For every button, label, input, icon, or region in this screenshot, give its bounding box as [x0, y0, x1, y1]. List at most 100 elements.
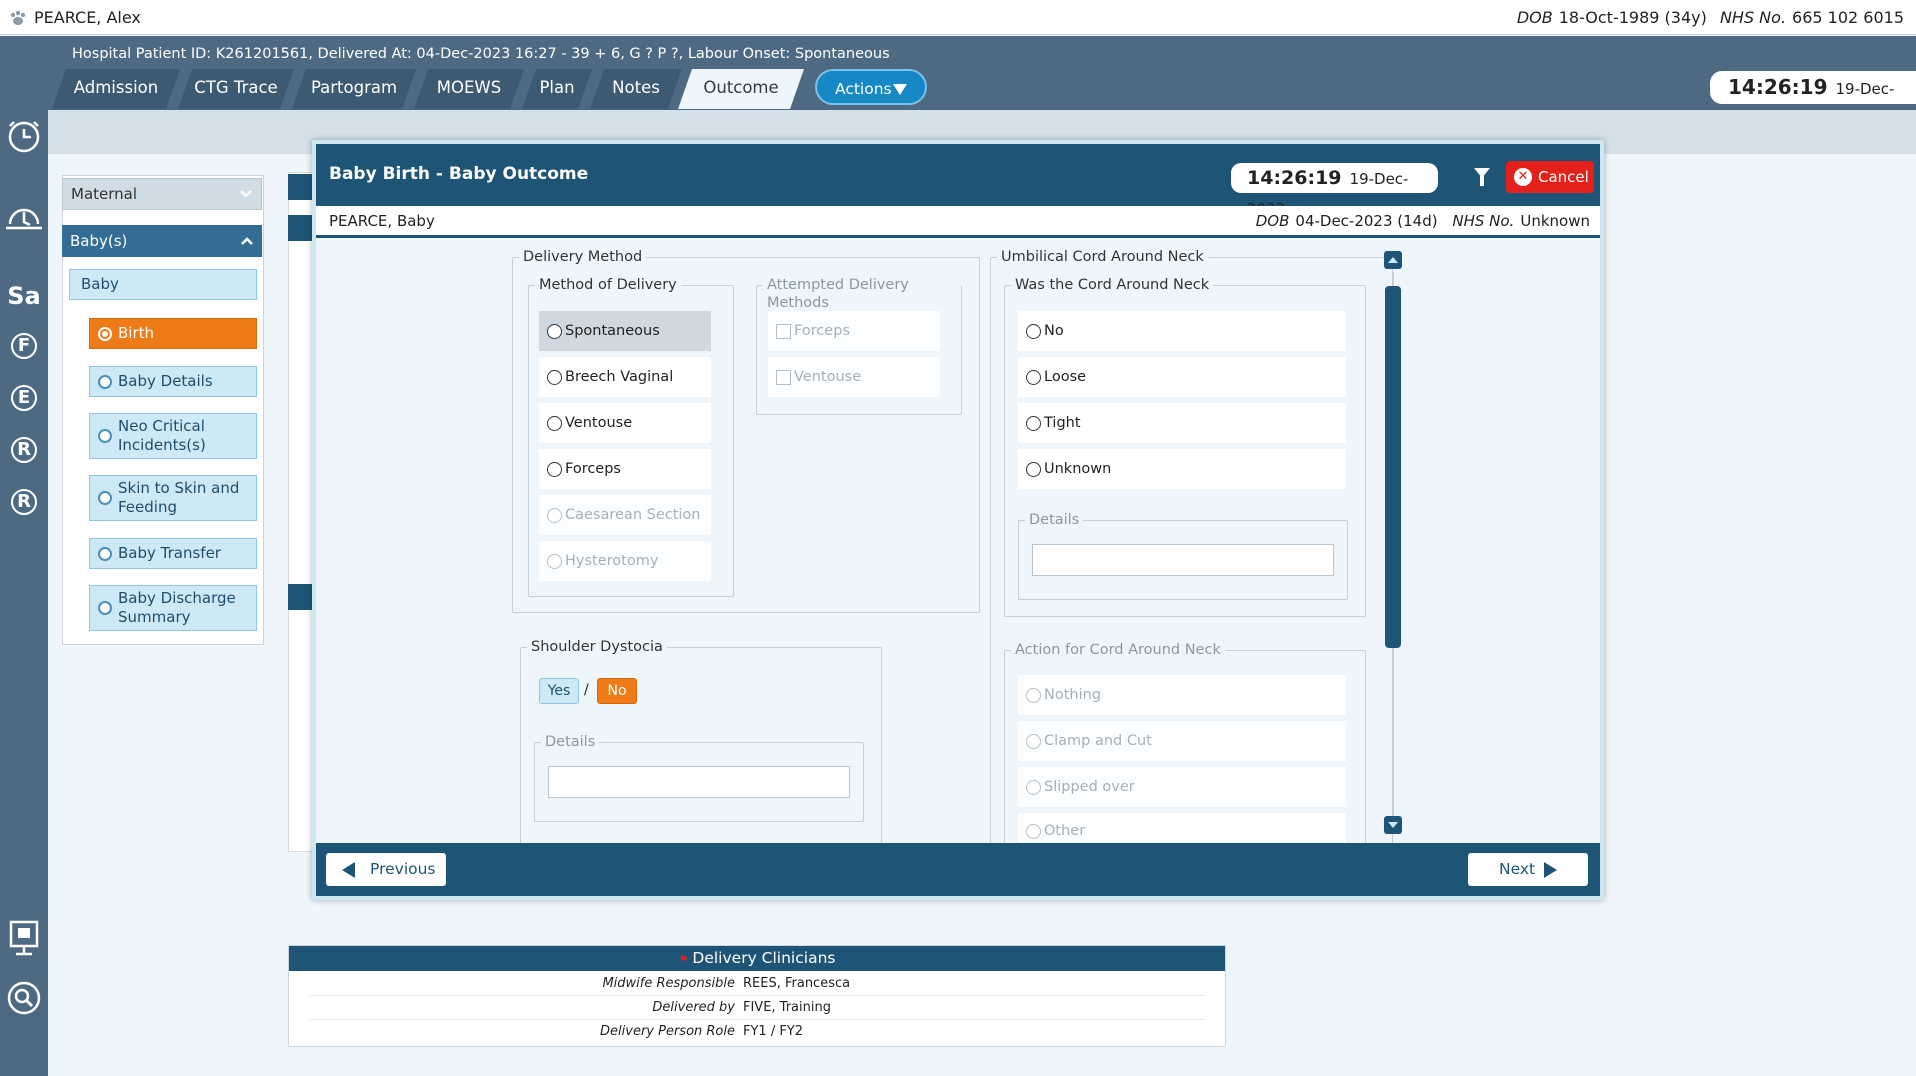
background-panel-bar — [288, 174, 314, 200]
method-breech-vaginal[interactable]: Breech Vaginal — [539, 357, 711, 397]
patient-name: PEARCE, Alex — [34, 8, 141, 27]
method-hysterotomy[interactable]: Hysterotomy — [539, 541, 711, 581]
option-label: Slipped over — [1044, 779, 1135, 795]
rail-letter-f[interactable]: F — [11, 333, 37, 359]
actions-button[interactable]: Actions — [815, 69, 927, 105]
radio-icon — [98, 429, 112, 443]
baby-nhs-label: NHS No. — [1452, 212, 1515, 230]
left-rail: Sa F E R R — [0, 110, 48, 1076]
radio-selected-icon — [98, 326, 112, 341]
nhs-value: 665 102 6015 — [1792, 8, 1904, 27]
previous-button[interactable]: Previous — [326, 853, 446, 886]
option-label: Breech Vaginal — [565, 369, 674, 385]
rail-letter-r2[interactable]: R — [11, 489, 37, 515]
scrollbar-thumb[interactable] — [1385, 286, 1401, 648]
clock-time: 14:26:19 — [1728, 75, 1828, 99]
modal-header: Baby Birth - Baby Outcome 14:26:19 19-Dec… — [316, 144, 1600, 218]
radio-icon — [547, 508, 562, 523]
nav-item-neo-critical[interactable]: Neo Critical Incidents(s) — [89, 413, 257, 459]
radio-icon — [1026, 734, 1041, 749]
radio-icon — [98, 546, 112, 561]
cord-action-clamp-cut[interactable]: Clamp and Cut — [1018, 721, 1346, 761]
radio-icon — [547, 462, 562, 477]
shoulder-details-input[interactable] — [548, 766, 850, 798]
chevron-up-icon — [241, 237, 253, 245]
nav-item-birth[interactable]: Birth — [89, 318, 257, 349]
option-label: Ventouse — [794, 369, 862, 385]
cord-details-legend: Details — [1025, 511, 1084, 529]
history-icon[interactable] — [0, 200, 48, 236]
maternal-section[interactable]: Maternal — [62, 178, 262, 210]
cord-action-nothing[interactable]: Nothing — [1018, 675, 1346, 715]
nav-item-label: Baby Details — [118, 372, 213, 390]
shoulder-yes-button[interactable]: Yes — [539, 678, 579, 704]
clinician-label: Midwife Responsible — [602, 976, 735, 991]
previous-label: Previous — [370, 860, 436, 878]
tab-ctg-trace[interactable]: CTG Trace — [178, 69, 294, 109]
attempted-methods-legend: Attempted Delivery Methods — [763, 276, 961, 312]
cancel-label: Cancel — [1538, 168, 1589, 186]
yes-no-separator: / — [584, 682, 589, 698]
next-button[interactable]: Next — [1468, 853, 1588, 886]
scroll-down-button[interactable] — [1384, 816, 1402, 834]
method-spontaneous-vaginal[interactable]: Spontaneous Vaginal — [539, 311, 711, 379]
cord-action-slipped-over[interactable]: Slipped over — [1018, 767, 1346, 807]
checkbox-icon — [776, 370, 791, 385]
background-panel-bar — [288, 215, 314, 241]
nav-item-skin-to-skin[interactable]: Skin to Skin and Feeding — [89, 475, 257, 521]
rail-letter-r1[interactable]: R — [11, 437, 37, 463]
cord-option-unknown[interactable]: Unknown — [1018, 449, 1346, 489]
nav-item-baby-discharge[interactable]: Baby Discharge Summary — [89, 585, 257, 631]
radio-icon — [98, 374, 112, 389]
clinician-value: REES, Francesca — [743, 976, 851, 991]
scroll-up-button[interactable] — [1384, 251, 1402, 269]
radio-icon — [1026, 462, 1041, 477]
option-label: Caesarean Section — [565, 507, 701, 523]
option-label: Ventouse — [565, 415, 633, 431]
filter-icon[interactable] — [1474, 168, 1490, 186]
close-icon: ✕ — [1514, 168, 1532, 186]
nav-item-baby-transfer[interactable]: Baby Transfer — [89, 538, 257, 569]
shoulder-no-button[interactable]: No — [597, 678, 637, 704]
tab-outcome[interactable]: Outcome — [678, 69, 804, 109]
cord-option-loose[interactable]: Loose — [1018, 357, 1346, 397]
nav-item-label: Baby Transfer — [118, 544, 221, 562]
cancel-button[interactable]: ✕ Cancel — [1506, 161, 1594, 193]
babys-section[interactable]: Baby(s) — [62, 225, 262, 257]
attempted-ventouse-checkbox[interactable]: Ventouse — [768, 357, 940, 397]
clinician-label: Delivered by — [652, 1000, 735, 1015]
radio-icon — [547, 554, 562, 569]
method-ventouse[interactable]: Ventouse — [539, 403, 711, 443]
flag-icon: ⚑ — [678, 953, 689, 966]
baby-name: PEARCE, Baby — [329, 212, 435, 230]
option-label: Clamp and Cut — [1044, 733, 1152, 749]
cord-option-no[interactable]: No — [1018, 311, 1346, 351]
nav-baby[interactable]: Baby — [69, 269, 257, 300]
rail-letter-e[interactable]: E — [11, 385, 37, 411]
radio-icon — [1026, 370, 1041, 385]
background-panel-bar — [288, 584, 314, 610]
option-label: Loose — [1044, 369, 1087, 385]
tab-partogram[interactable]: Partogram — [292, 69, 416, 109]
clock-icon[interactable] — [0, 118, 48, 154]
search-icon[interactable] — [0, 978, 48, 1018]
cord-option-tight[interactable]: Tight — [1018, 403, 1346, 443]
cord-action-other[interactable]: Other — [1018, 813, 1346, 843]
option-label: Other — [1044, 823, 1086, 839]
radio-icon — [98, 491, 112, 505]
cord-details-input[interactable] — [1032, 544, 1334, 576]
attempted-forceps-checkbox[interactable]: Forceps — [768, 311, 940, 351]
nav-item-baby-details[interactable]: Baby Details — [89, 366, 257, 397]
modal-footer: Previous Next — [316, 843, 1600, 896]
tab-notes[interactable]: Notes — [590, 69, 682, 109]
presentation-icon[interactable] — [0, 918, 48, 958]
method-caesarean-section[interactable]: Caesarean Section — [539, 495, 711, 535]
rail-letter-sa[interactable]: Sa — [0, 282, 48, 310]
babys-label: Baby(s) — [70, 232, 128, 250]
clinician-row: Midwife Responsible REES, Francesca — [309, 972, 1205, 996]
radio-icon — [1026, 324, 1041, 339]
tab-moews[interactable]: MOEWS — [414, 69, 524, 109]
option-label: Nothing — [1044, 687, 1102, 703]
method-forceps[interactable]: Forceps — [539, 449, 711, 489]
tab-admission[interactable]: Admission — [52, 69, 180, 109]
